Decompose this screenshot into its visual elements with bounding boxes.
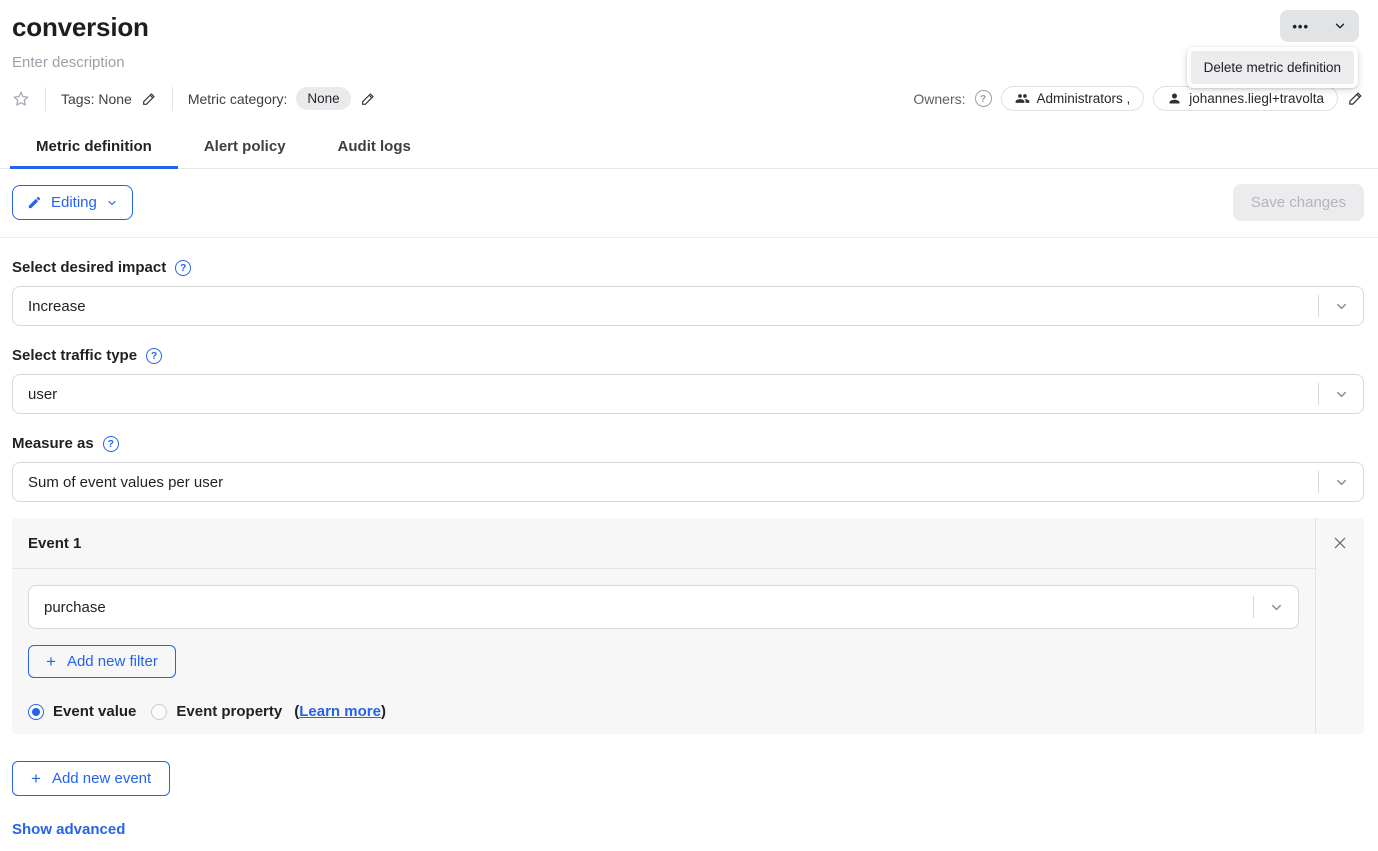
add-filter-label: Add new filter — [67, 653, 158, 670]
add-filter-button[interactable]: + Add new filter — [28, 645, 176, 678]
chevron-down-icon[interactable] — [1319, 475, 1363, 490]
owners-section: Owners: ? Administrators , johannes.lieg… — [913, 86, 1364, 111]
event-name-select[interactable]: purchase — [28, 585, 1299, 629]
divider — [172, 87, 173, 111]
measure-field-label: Measure as ? — [12, 435, 1364, 452]
tags-label: Tags: None — [61, 91, 132, 107]
traffic-select-value: user — [13, 386, 1318, 403]
impact-help-icon[interactable]: ? — [175, 260, 191, 276]
impact-label-text: Select desired impact — [12, 259, 166, 276]
menu-item-delete-metric[interactable]: Delete metric definition — [1191, 51, 1354, 84]
radio-event-property[interactable]: Event property — [151, 703, 282, 720]
header-actions: ••• — [1280, 10, 1359, 42]
star-icon — [12, 90, 30, 108]
tab-alert-policy[interactable]: Alert policy — [178, 128, 312, 169]
meta-left: Tags: None Metric category: None — [12, 87, 376, 111]
radio-event-value[interactable]: Event value — [28, 703, 136, 720]
event-card-side — [1315, 518, 1364, 734]
impact-select[interactable]: Increase — [12, 286, 1364, 326]
chevron-down-icon[interactable] — [1254, 600, 1298, 615]
measure-select-value: Sum of event values per user — [13, 474, 1318, 491]
favorite-star-button[interactable] — [12, 90, 30, 108]
event-card-main: Event 1 purchase + Add new filter — [12, 518, 1315, 734]
radio-unselected-icon — [151, 704, 167, 720]
measure-label-text: Measure as — [12, 435, 94, 452]
tab-bar: Metric definition Alert policy Audit log… — [0, 128, 1378, 169]
traffic-label-text: Select traffic type — [12, 347, 137, 364]
chevron-down-icon — [106, 197, 118, 209]
page-header: conversion Enter description Tags: None … — [0, 0, 1378, 111]
tab-audit-logs[interactable]: Audit logs — [312, 128, 437, 169]
learn-more-wrap: (Learn more) — [294, 703, 386, 720]
owner-chip-label: Administrators , — [1037, 91, 1131, 106]
description-input[interactable]: Enter description — [12, 54, 1364, 71]
radio-event-value-label: Event value — [53, 703, 136, 720]
learn-more-link[interactable]: Learn more — [299, 703, 381, 720]
pencil-icon — [27, 195, 42, 210]
category-label: Metric category: — [188, 91, 288, 107]
actions-dropdown-button[interactable] — [1321, 10, 1359, 42]
measure-help-icon[interactable]: ? — [103, 436, 119, 452]
owners-label: Owners: — [913, 91, 965, 107]
impact-field-label: Select desired impact ? — [12, 259, 1364, 276]
measure-source-radio-group: Event value Event property (Learn more) — [28, 703, 1299, 720]
impact-select-value: Increase — [13, 298, 1318, 315]
measure-select[interactable]: Sum of event values per user — [12, 462, 1364, 502]
divider — [45, 87, 46, 111]
event-card-title: Event 1 — [12, 518, 1315, 569]
page-title: conversion — [12, 12, 1364, 43]
category-meta: Metric category: None — [188, 87, 376, 110]
owners-help-icon[interactable]: ? — [975, 90, 992, 107]
radio-selected-icon — [28, 704, 44, 720]
remove-event-button[interactable] — [1332, 535, 1348, 551]
plus-icon: + — [46, 653, 56, 670]
traffic-field-label: Select traffic type ? — [12, 347, 1364, 364]
save-changes-button[interactable]: Save changes — [1233, 184, 1364, 221]
edit-category-button[interactable] — [360, 91, 376, 107]
show-advanced-link[interactable]: Show advanced — [12, 821, 125, 838]
more-actions-button[interactable]: ••• — [1280, 10, 1321, 42]
tags-meta: Tags: None — [61, 91, 157, 107]
actions-dropdown-menu: Delete metric definition — [1187, 47, 1358, 88]
close-icon — [1332, 535, 1348, 551]
event-card: Event 1 purchase + Add new filter — [12, 518, 1364, 734]
category-badge: None — [296, 87, 350, 110]
edit-tags-button[interactable] — [141, 91, 157, 107]
traffic-help-icon[interactable]: ? — [146, 348, 162, 364]
event-card-body: purchase + Add new filter Event value — [12, 569, 1315, 734]
pencil-icon — [141, 91, 157, 107]
toolbar: Editing Save changes — [0, 169, 1378, 238]
edit-owners-button[interactable] — [1347, 90, 1364, 107]
add-event-button[interactable]: + Add new event — [12, 761, 170, 796]
learn-more-close-paren: ) — [381, 703, 386, 720]
plus-icon: + — [31, 770, 41, 787]
owner-chip-label: johannes.liegl+travolta — [1189, 91, 1324, 106]
add-event-label: Add new event — [52, 770, 151, 787]
ellipsis-icon: ••• — [1292, 20, 1309, 33]
owner-chip-administrators: Administrators , — [1001, 86, 1145, 111]
owner-chip-user: johannes.liegl+travolta — [1153, 86, 1338, 111]
pencil-icon — [360, 91, 376, 107]
chevron-down-icon[interactable] — [1319, 299, 1363, 314]
metric-definition-form: Select desired impact ? Increase Select … — [0, 259, 1378, 839]
tab-metric-definition[interactable]: Metric definition — [10, 128, 178, 169]
radio-event-property-label: Event property — [176, 703, 282, 720]
editing-mode-button[interactable]: Editing — [12, 185, 133, 220]
traffic-select[interactable]: user — [12, 374, 1364, 414]
event-name-value: purchase — [29, 599, 1253, 616]
chevron-down-icon — [1333, 19, 1347, 33]
meta-row: Tags: None Metric category: None Owners:… — [12, 86, 1364, 111]
user-icon — [1167, 91, 1182, 106]
pencil-icon — [1347, 90, 1364, 107]
editing-label: Editing — [51, 194, 97, 211]
chevron-down-icon[interactable] — [1319, 387, 1363, 402]
users-icon — [1015, 91, 1030, 106]
